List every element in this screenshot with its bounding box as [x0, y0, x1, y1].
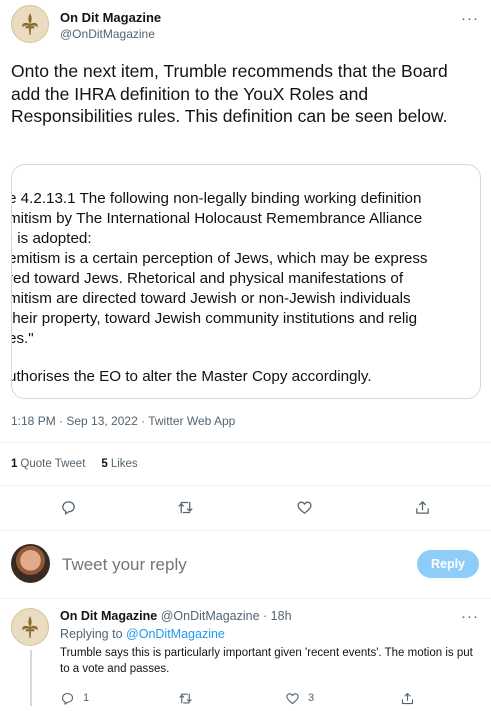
reply-actions: 1 3	[0, 688, 491, 708]
reply-like-count: 3	[308, 692, 315, 704]
reply-reply-button[interactable]: 1	[60, 688, 89, 708]
reply-composer: Reply	[0, 538, 491, 598]
quote-count: 1	[11, 458, 18, 470]
share-button[interactable]	[410, 495, 434, 519]
divider	[0, 485, 491, 486]
engagement-stats: 1 Quote Tweet 5 Likes	[11, 458, 138, 470]
replying-to: Replying to @OnDitMagazine	[60, 627, 225, 641]
timestamp[interactable]: 1:18 PM · Sep 13, 2022 · Twitter Web App	[11, 414, 235, 428]
fleur-de-lis-icon	[22, 13, 38, 35]
image-text-line: es."	[12, 330, 34, 347]
image-text: e 4.2.13.1 The following non-legally bin…	[11, 189, 428, 387]
retweet-arrows-icon	[179, 693, 192, 703]
reply-retweet-button[interactable]	[178, 688, 193, 708]
image-text-gap	[12, 349, 428, 367]
image-text-line: red toward Jews. Rhetorical and physical…	[11, 270, 404, 287]
image-text-line: uthorises the EO to alter the Master Cop…	[11, 368, 372, 385]
like-count: 5	[101, 458, 108, 470]
share-upload-icon	[401, 692, 414, 704]
like-button[interactable]	[292, 495, 316, 519]
reply-author-name[interactable]: On Dit Magazine	[60, 609, 157, 623]
more-options-icon[interactable]: ···	[461, 608, 479, 625]
reply-input[interactable]	[62, 555, 283, 575]
reply-like-button[interactable]: 3	[285, 688, 314, 708]
speech-bubble-icon	[61, 500, 75, 515]
image-text-line: mitism are directed toward Jewish or non…	[11, 290, 411, 307]
likes-stat[interactable]: 5 Likes	[101, 458, 137, 470]
author-name[interactable]: On Dit Magazine	[60, 10, 161, 25]
replying-to-handle[interactable]: @OnDitMagazine	[126, 627, 225, 641]
heart-icon	[296, 501, 312, 514]
avatar[interactable]	[11, 608, 49, 646]
image-text-line: emitism is a certain perception of Jews,…	[11, 250, 428, 267]
share-upload-icon	[415, 500, 429, 514]
reply-count: 1	[83, 692, 90, 704]
tweet-text: Onto the next item, Trumble recommends t…	[11, 61, 448, 126]
fleur-de-lis-icon	[22, 616, 38, 638]
quote-tweets-stat[interactable]: 1 Quote Tweet	[11, 458, 85, 470]
replying-to-label: Replying to	[60, 627, 123, 641]
image-text-line: e 4.2.13.1 The following non-legally bin…	[11, 190, 422, 207]
like-label: Likes	[110, 458, 138, 470]
image-text-line: mitism by The International Holocaust Re…	[11, 210, 423, 227]
image-text-line: their property, toward Jewish community …	[11, 310, 418, 327]
avatar[interactable]	[11, 5, 49, 43]
reply-tweet: On Dit Magazine @OnDitMagazine · 18h ···…	[0, 600, 491, 711]
more-options-icon[interactable]: ···	[461, 10, 479, 27]
image-text-line: ) is adopted:	[11, 230, 92, 247]
divider	[0, 530, 491, 531]
tweet-actions	[0, 495, 491, 519]
retweet-button[interactable]	[173, 495, 197, 519]
quote-label: Quote Tweet	[20, 458, 86, 470]
divider	[0, 598, 491, 599]
heart-icon	[286, 692, 299, 704]
reply-share-button[interactable]	[400, 688, 415, 708]
tweet-image[interactable]: e 4.2.13.1 The following non-legally bin…	[11, 164, 481, 399]
author-handle[interactable]: @OnDitMagazine	[60, 27, 155, 41]
reply-text: Trumble says this is particularly import…	[60, 647, 473, 675]
divider	[0, 442, 491, 443]
speech-bubble-icon	[61, 692, 74, 705]
reply-header: On Dit Magazine @OnDitMagazine · 18h	[60, 609, 292, 623]
user-avatar[interactable]	[11, 544, 50, 583]
retweet-arrows-icon	[177, 501, 193, 513]
reply-button[interactable]	[56, 495, 80, 519]
reply-meta[interactable]: @OnDitMagazine · 18h	[161, 609, 292, 623]
reply-submit-button[interactable]: Reply	[417, 550, 479, 578]
